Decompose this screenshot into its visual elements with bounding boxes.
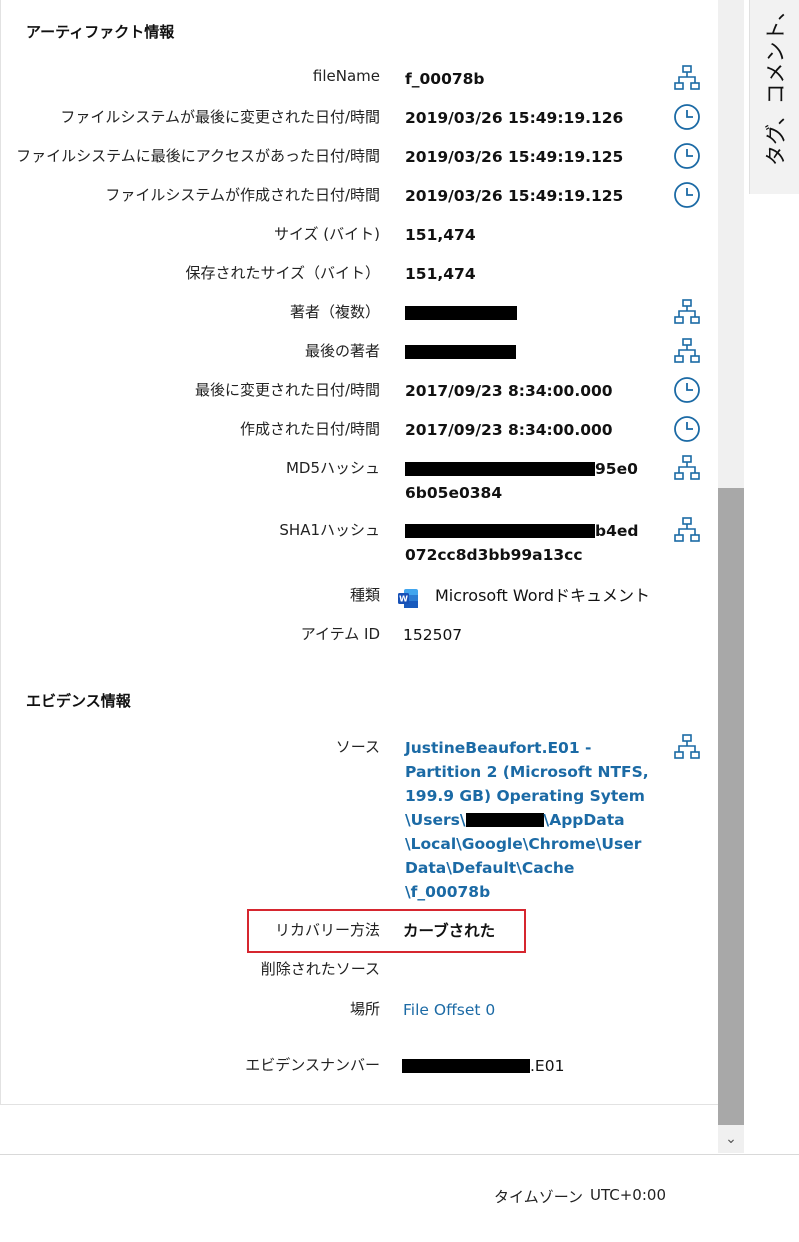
value-filename: f_00078b (405, 70, 485, 88)
label-type: 種類 (349, 586, 380, 604)
source-line: \Users\ (405, 811, 466, 829)
source-line: 199.9 GB) Operating Sytem (405, 787, 645, 805)
value-fs-created: 2019/03/26 15:49:19.125 (405, 187, 624, 205)
source-line: JustineBeaufort.E01 - (405, 739, 592, 757)
evidence-number-suffix: .E01 (530, 1057, 565, 1075)
label-location: 場所 (349, 1000, 380, 1018)
svg-text:W: W (399, 595, 408, 604)
sha1-line2: 072cc8d3bb99a13cc (405, 546, 583, 564)
value-last-author (405, 340, 655, 364)
clock-icon[interactable] (673, 376, 701, 404)
label-md5: MD5ハッシュ (285, 459, 380, 477)
clock-icon[interactable] (673, 142, 701, 170)
source-link[interactable]: JustineBeaufort.E01 - Partition 2 (Micro… (405, 736, 655, 904)
location-link[interactable]: File Offset 0 (403, 998, 653, 1022)
source-line: \f_00078b (405, 883, 491, 901)
label-created: 作成された日付/時間 (239, 420, 380, 438)
hierarchy-icon[interactable] (673, 298, 701, 326)
md5-line1-tail: 95e0 (595, 460, 638, 478)
value-last-modified: 2017/09/23 8:34:00.000 (405, 382, 613, 400)
redacted-block (402, 1059, 530, 1073)
value-saved-size: 151,474 (405, 265, 476, 283)
md5-line2: 6b05e0384 (405, 484, 503, 502)
label-size: サイズ (バイト) (273, 225, 380, 243)
sha1-line1-tail: b4ed (595, 522, 639, 540)
value-fs-modified: 2019/03/26 15:49:19.126 (405, 109, 624, 127)
label-deleted-source: 削除されたソース (260, 960, 380, 978)
word-file-icon: W (398, 588, 419, 609)
evidence-section-title: エビデンス情報 (26, 692, 131, 710)
timezone-label: タイムゾーン (494, 1188, 583, 1206)
scroll-down-arrow-icon[interactable]: ⌄ (718, 1125, 744, 1153)
hierarchy-icon[interactable] (673, 337, 701, 365)
clock-icon[interactable] (673, 103, 701, 131)
redacted-block (405, 524, 595, 538)
hierarchy-icon[interactable] (673, 454, 701, 482)
value-type: Microsoft Wordドキュメント (435, 586, 651, 605)
clock-icon[interactable] (673, 415, 701, 443)
label-last-modified: 最後に変更された日付/時間 (194, 381, 380, 399)
value-authors (405, 301, 655, 325)
label-sha1: SHA1ハッシュ (279, 521, 380, 539)
value-fs-accessed: 2019/03/26 15:49:19.125 (405, 148, 624, 166)
artifact-section-title: アーティファクト情報 (26, 23, 175, 41)
hierarchy-icon[interactable] (673, 733, 701, 761)
label-item-id: アイテム ID (300, 625, 380, 643)
value-md5: 95e0 6b05e0384 (405, 457, 655, 505)
label-filename: fileName (312, 67, 380, 85)
value-created: 2017/09/23 8:34:00.000 (405, 421, 613, 439)
hierarchy-icon[interactable] (673, 516, 701, 544)
source-line: Partition 2 (Microsoft NTFS, (405, 763, 649, 781)
redacted-block (465, 813, 544, 827)
label-source: ソース (335, 738, 380, 756)
source-line: Data\Default\Cache (405, 859, 575, 877)
hierarchy-icon[interactable] (673, 64, 701, 92)
value-size: 151,474 (405, 226, 476, 244)
source-line: \AppData (543, 811, 625, 829)
timezone-value: UTC+0:00 (590, 1186, 666, 1204)
label-fs-modified: ファイルシステムが最後に変更された日付/時間 (60, 108, 380, 126)
recovery-method-highlight-box (247, 909, 526, 953)
label-fs-accessed: ファイルシステムに最後にアクセスがあった日付/時間 (16, 147, 380, 165)
status-bar-divider (0, 1154, 799, 1155)
source-line: \Local\Google\Chrome\User (405, 835, 642, 853)
clock-icon[interactable] (673, 181, 701, 209)
value-sha1: b4ed 072cc8d3bb99a13cc (405, 519, 655, 567)
redacted-block (405, 306, 517, 320)
value-evidence-number: .E01 (402, 1054, 652, 1078)
label-evidence-number: エビデンスナンバー (245, 1056, 380, 1074)
side-tab-label: タグ、コメント、プロ (764, 0, 788, 166)
label-fs-created: ファイルシステムが作成された日付/時間 (105, 186, 380, 204)
redacted-block (405, 462, 595, 476)
label-authors: 著者（複数） (289, 303, 380, 321)
label-saved-size: 保存されたサイズ（バイト） (185, 264, 380, 282)
redacted-block (405, 345, 516, 359)
value-item-id: 152507 (403, 626, 463, 644)
label-last-author: 最後の著者 (304, 342, 380, 360)
vertical-scrollbar-thumb[interactable] (718, 488, 744, 1125)
